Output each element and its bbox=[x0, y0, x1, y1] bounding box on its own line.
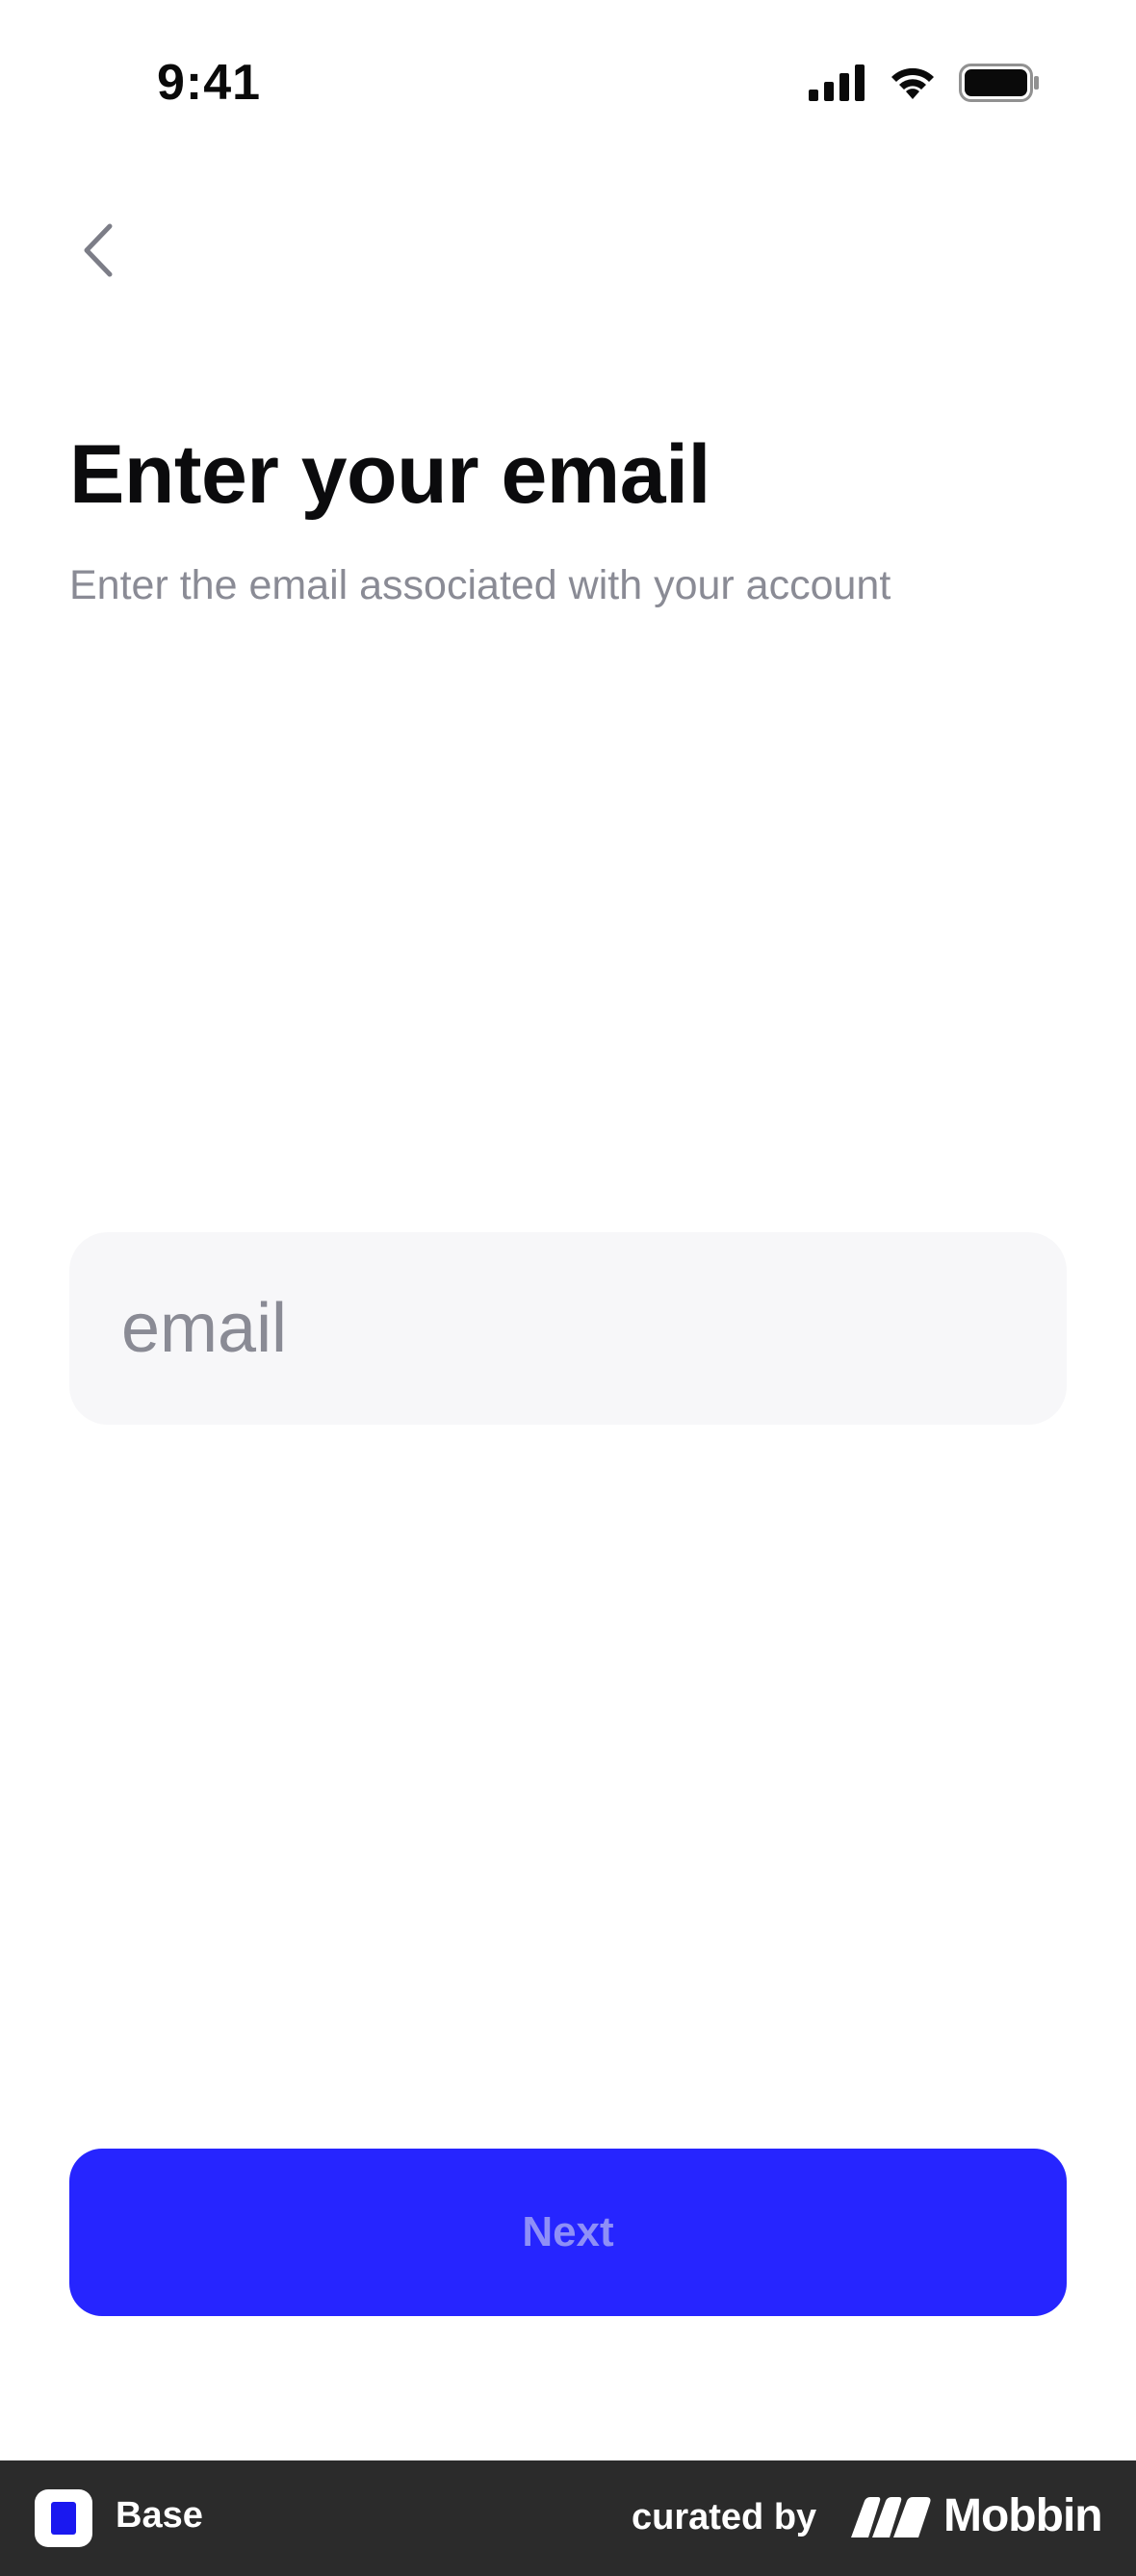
next-button[interactable]: Next bbox=[69, 2149, 1067, 2316]
email-field-container bbox=[69, 1232, 1067, 1425]
base-logo-icon bbox=[35, 2489, 92, 2547]
page-subtitle: Enter the email associated with your acc… bbox=[69, 562, 891, 608]
wifi-icon bbox=[888, 64, 938, 101]
back-button[interactable] bbox=[67, 214, 129, 291]
curator-name: Mobbin bbox=[943, 2490, 1103, 2541]
battery-icon bbox=[959, 64, 1040, 102]
attribution-bar: Base curated by Mobbin bbox=[0, 2460, 1136, 2576]
cellular-signal-icon bbox=[809, 64, 866, 101]
email-input[interactable] bbox=[69, 1232, 1067, 1425]
page-title: Enter your email bbox=[69, 428, 710, 521]
email-entry-screen: 9:41 Enter your email Enter the email as… bbox=[0, 0, 1136, 2576]
curated-by-label: curated by bbox=[632, 2497, 817, 2537]
brand-name: Base bbox=[116, 2495, 203, 2536]
status-bar: 9:41 bbox=[0, 0, 1136, 164]
chevron-left-icon bbox=[81, 222, 116, 283]
mobbin-logo-icon bbox=[851, 2495, 932, 2544]
status-time: 9:41 bbox=[157, 55, 262, 111]
status-icons bbox=[809, 64, 1040, 102]
